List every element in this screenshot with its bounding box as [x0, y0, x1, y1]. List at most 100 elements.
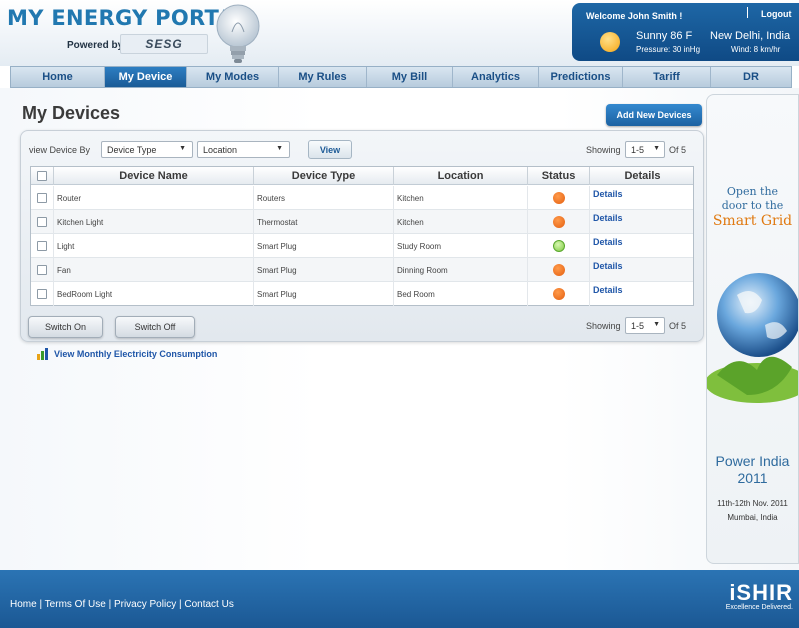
bar-chart-icon [37, 348, 48, 360]
showing-label: Showing [586, 145, 621, 155]
showing-label-bottom: Showing [586, 321, 621, 331]
device-name: Router [54, 186, 254, 210]
details-link[interactable]: Details [593, 258, 623, 271]
col-device-name[interactable]: Device Name [54, 167, 254, 185]
nav-home[interactable]: Home [11, 67, 105, 87]
row-checkbox[interactable] [37, 217, 47, 227]
row-checkbox-cell [31, 258, 54, 282]
device-location: Dinning Room [394, 258, 528, 282]
footer-link-privacy[interactable]: Privacy Policy [114, 599, 176, 610]
device-name: Kitchen Light [54, 210, 254, 234]
location-value: Location [203, 144, 238, 155]
footer-link-home[interactable]: Home [10, 599, 37, 610]
nav-my-device[interactable]: My Device [105, 67, 187, 87]
weather-city: New Delhi, India [710, 30, 791, 42]
status-off-icon[interactable] [552, 192, 565, 204]
row-checkbox[interactable] [37, 265, 47, 275]
col-location[interactable]: Location [394, 167, 528, 185]
globe-image [707, 273, 798, 403]
select-all-checkbox[interactable] [37, 171, 47, 181]
devices-panel: view Device By Device Type ▼ Location ▼ … [20, 130, 704, 342]
switch-on-button[interactable]: Switch On [28, 316, 103, 338]
ishir-tagline: Excellence Delivered. [725, 604, 793, 611]
device-type: Routers [254, 186, 394, 210]
filter-label: view Device By [29, 145, 91, 155]
details-cell: Details [590, 234, 695, 258]
total-count: Of 5 [669, 145, 687, 155]
status-cell [528, 210, 590, 234]
status-off-icon[interactable] [552, 288, 565, 300]
details-link[interactable]: Details [593, 282, 623, 295]
footer-link-terms[interactable]: Terms Of Use [45, 599, 106, 610]
row-checkbox[interactable] [37, 289, 47, 299]
smart-grid-ad[interactable]: Open the door to the Smart Grid Power In… [706, 94, 799, 564]
weather-wind: Wind: 8 km/hr [731, 45, 781, 54]
ishir-brand: iSHIR [729, 580, 793, 605]
footer: Home | Terms Of Use | Privacy Policy | C… [0, 570, 799, 628]
location-select[interactable]: Location ▼ [197, 141, 290, 158]
device-type: Smart Plug [254, 258, 394, 282]
device-location: Study Room [394, 234, 528, 258]
device-type-select[interactable]: Device Type ▼ [101, 141, 193, 158]
col-status[interactable]: Status [528, 167, 590, 185]
details-link[interactable]: Details [593, 186, 623, 199]
welcome-text: Welcome John Smith ! [586, 11, 683, 21]
nav-dr[interactable]: DR [711, 67, 791, 87]
ishir-logo: iSHIR Excellence Delivered. [725, 580, 793, 612]
page-range-select-top[interactable]: 1-5 ▼ [625, 141, 665, 158]
add-new-devices-button[interactable]: Add New Devices [606, 104, 702, 126]
status-off-icon[interactable] [552, 216, 565, 228]
weather-pressure: Pressure: 30 inHg [636, 45, 701, 54]
device-location: Kitchen [394, 186, 528, 210]
status-off-icon[interactable] [552, 264, 565, 276]
dropdown-arrow-icon: ▼ [653, 321, 660, 328]
page-range-select-bottom[interactable]: 1-5 ▼ [625, 317, 665, 334]
nav-my-modes[interactable]: My Modes [187, 67, 279, 87]
nav-my-rules[interactable]: My Rules [279, 67, 367, 87]
page-range-value: 1-5 [631, 320, 645, 331]
dropdown-arrow-icon: ▼ [276, 145, 283, 152]
light-bulb-icon [216, 4, 260, 63]
partner-logo: SESG [120, 34, 208, 54]
row-checkbox[interactable] [37, 193, 47, 203]
nav-my-bill[interactable]: My Bill [367, 67, 453, 87]
device-name: Fan [54, 258, 254, 282]
table-row: BedRoom Light Smart Plug Bed Room Detail… [31, 282, 693, 306]
details-cell: Details [590, 210, 695, 234]
ad-place: Mumbai, India [727, 513, 778, 522]
main-nav: Home My Device My Modes My Rules My Bill… [10, 66, 792, 88]
status-on-icon[interactable] [552, 240, 565, 252]
ad-year: 2011 [737, 470, 768, 486]
status-cell [528, 258, 590, 282]
details-link[interactable]: Details [593, 210, 623, 223]
row-checkbox-cell [31, 234, 54, 258]
divider [747, 7, 748, 18]
consumption-link[interactable]: View Monthly Electricity Consumption [36, 348, 217, 360]
view-button[interactable]: View [308, 140, 352, 159]
details-link[interactable]: Details [593, 234, 623, 247]
device-location: Bed Room [394, 282, 528, 306]
nav-predictions[interactable]: Predictions [539, 67, 623, 87]
ad-dates: 11th-12th Nov. 2011 [717, 499, 788, 508]
row-checkbox[interactable] [37, 241, 47, 251]
logo-title[interactable]: MY ENERGY PORTAL [7, 6, 248, 30]
switch-off-button[interactable]: Switch Off [115, 316, 195, 338]
nav-tariff[interactable]: Tariff [623, 67, 711, 87]
device-type: Smart Plug [254, 282, 394, 306]
consumption-link-label: View Monthly Electricity Consumption [54, 349, 218, 359]
logout-link[interactable]: Logout [761, 9, 792, 19]
table-row: Fan Smart Plug Dinning Room Details [31, 258, 693, 282]
table-row: Kitchen Light Thermostat Kitchen Details [31, 210, 693, 234]
page-title: My Devices [22, 103, 121, 123]
col-device-type[interactable]: Device Type [254, 167, 394, 185]
footer-links: Home | Terms Of Use | Privacy Policy | C… [10, 599, 234, 610]
table-row: Light Smart Plug Study Room Details [31, 234, 693, 258]
dropdown-arrow-icon: ▼ [653, 145, 660, 152]
total-count-bottom: Of 5 [669, 321, 687, 331]
nav-analytics[interactable]: Analytics [453, 67, 539, 87]
col-details[interactable]: Details [590, 167, 695, 185]
footer-link-contact[interactable]: Contact Us [184, 599, 233, 610]
powered-by-label: Powered by [67, 40, 124, 51]
device-type-value: Device Type [107, 144, 157, 155]
ad-line1: Open the [726, 185, 779, 198]
